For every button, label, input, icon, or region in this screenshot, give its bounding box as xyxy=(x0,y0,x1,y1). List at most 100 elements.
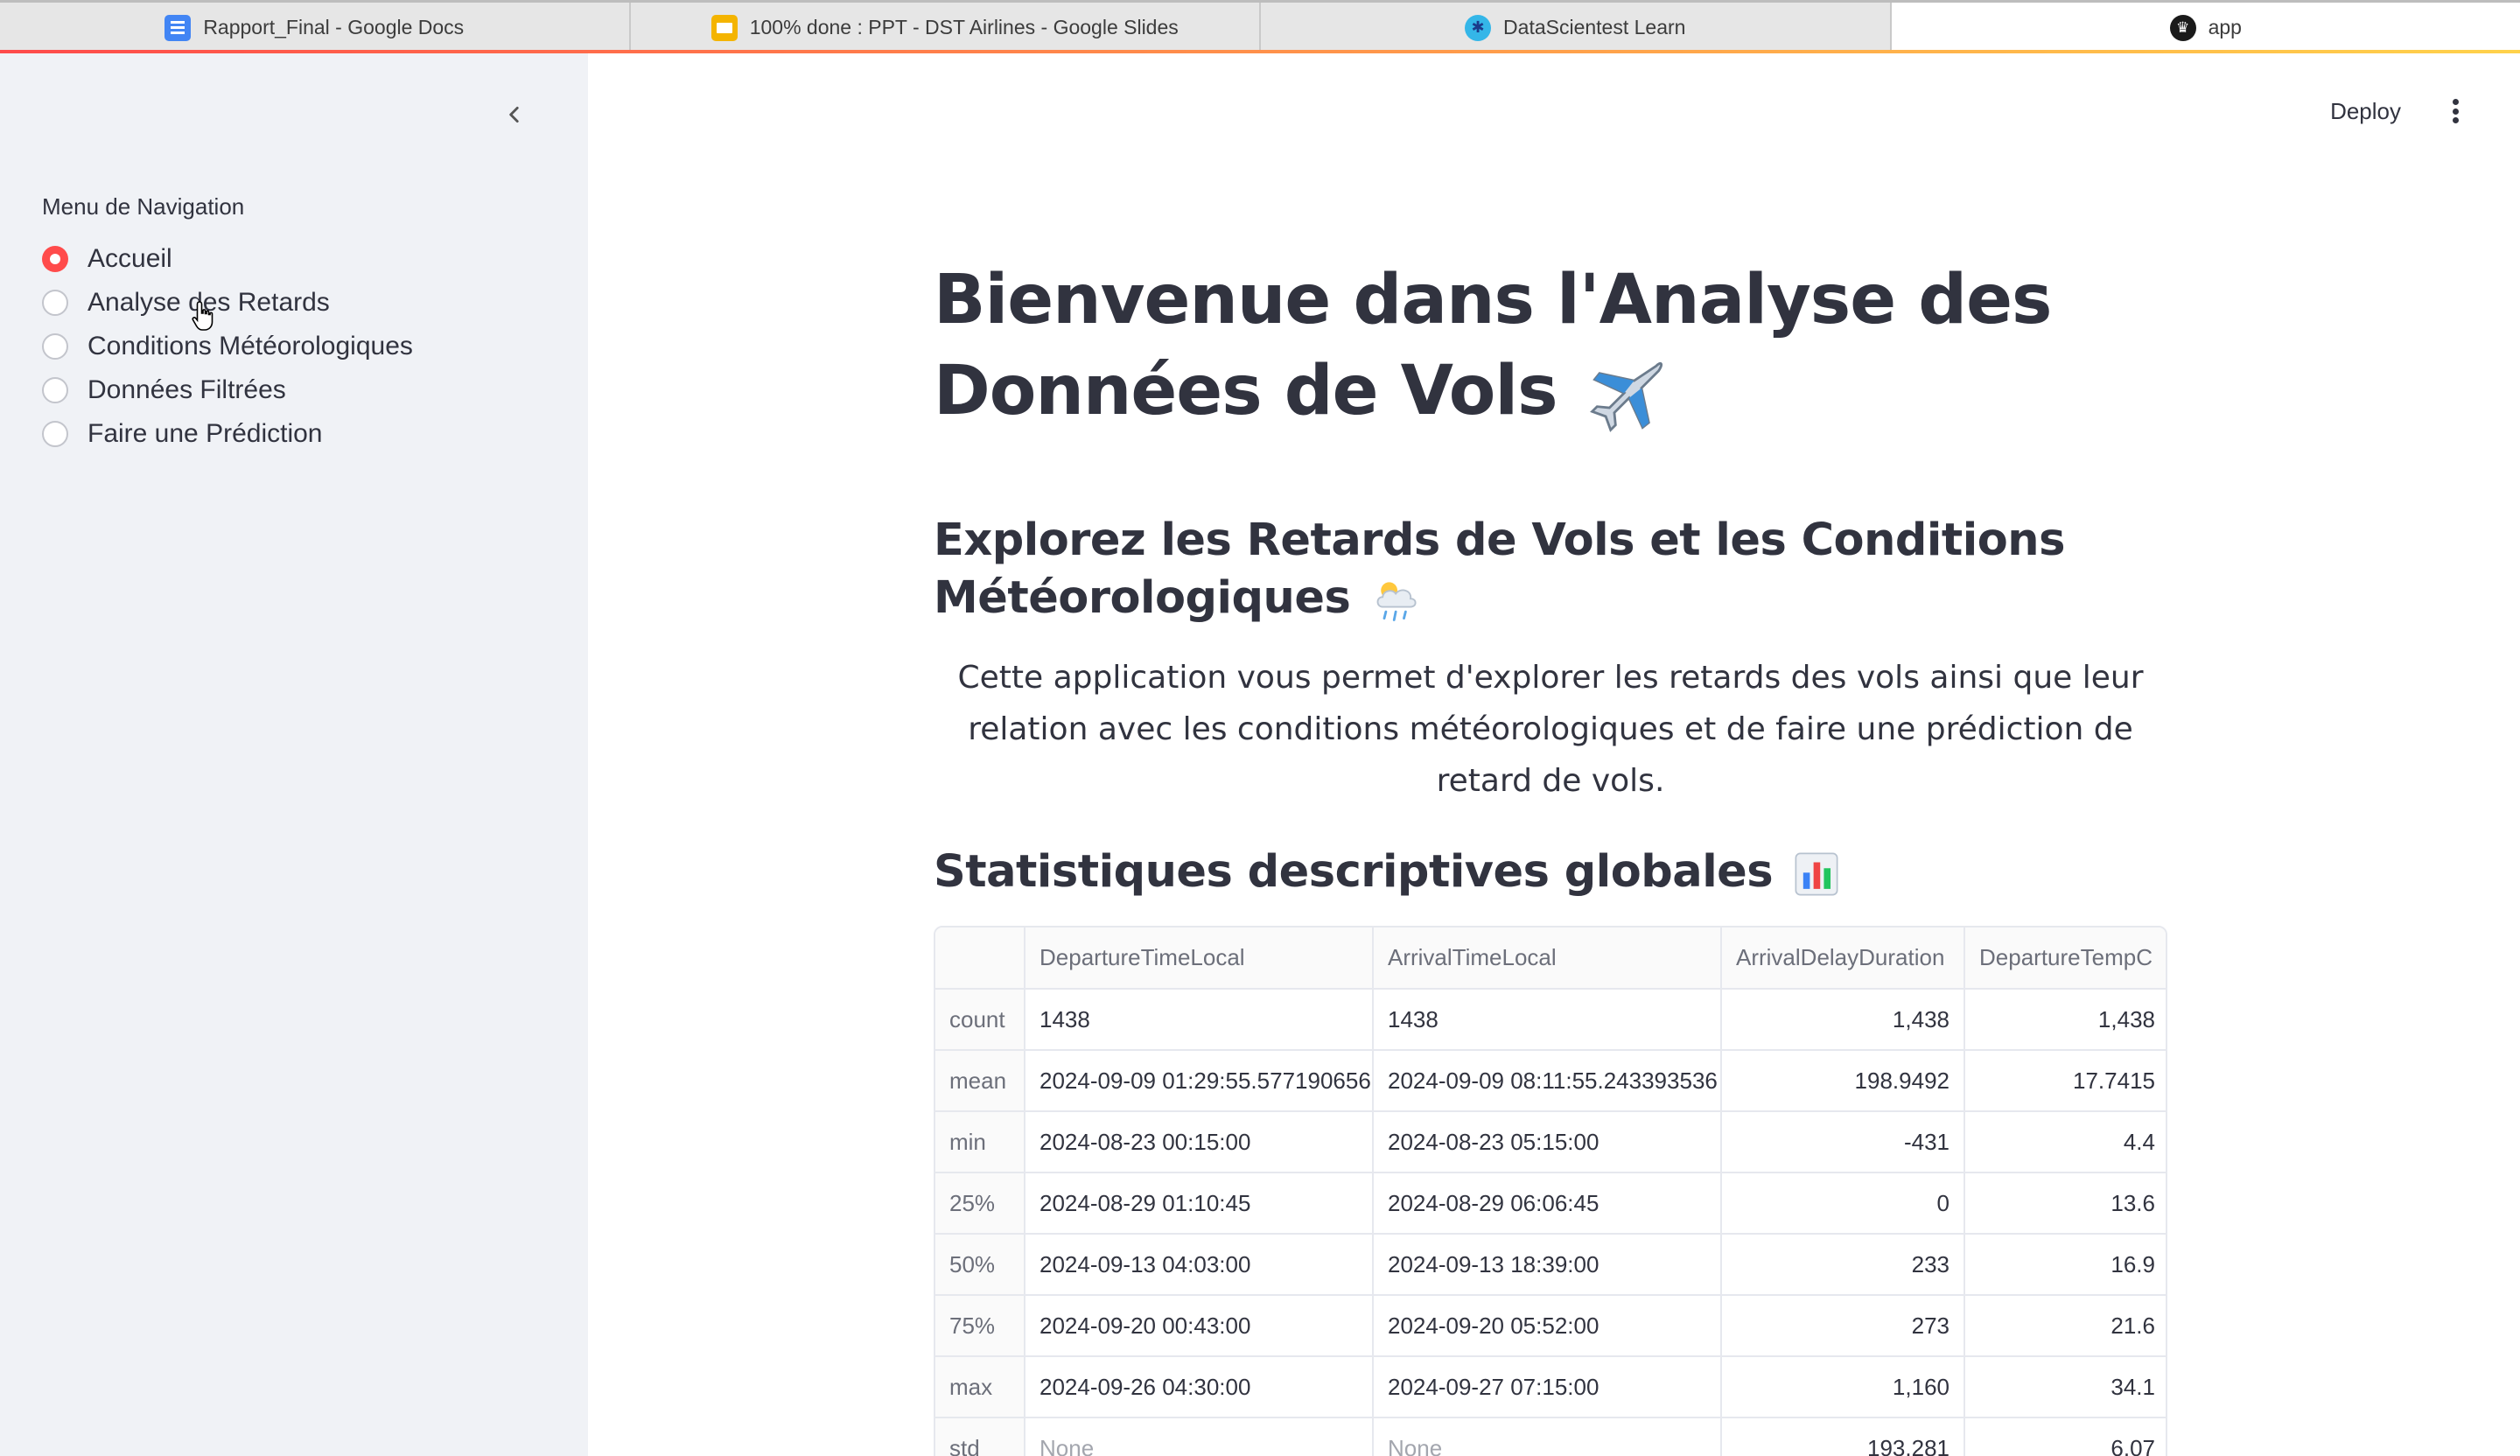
sidebar: Menu de Navigation Accueil Analyse des R… xyxy=(0,53,588,1456)
deploy-button[interactable]: Deploy xyxy=(2330,98,2401,125)
table-cell: 1438 xyxy=(1373,989,1722,1051)
app-header: Deploy xyxy=(2330,95,2468,127)
table-cell: 198.9492 xyxy=(1721,1050,1965,1112)
table-row: std None None 193.281 6.07 xyxy=(935,1418,2166,1456)
browser-tab-google-slides[interactable]: 100% done : PPT - DST Airlines - Google … xyxy=(631,3,1261,52)
nav-radio-group: Accueil Analyse des Retards Conditions M… xyxy=(42,237,413,456)
bar-chart-icon xyxy=(1795,852,1838,896)
tab-title: app xyxy=(2208,16,2242,38)
table-cell: 2024-09-26 04:30:00 xyxy=(1025,1356,1374,1418)
table-row: mean 2024-09-09 01:29:55.577190656 2024-… xyxy=(935,1050,2166,1112)
subtitle-line-2: Météorologiques xyxy=(934,572,1351,624)
table-row: min 2024-08-23 00:15:00 2024-08-23 05:15… xyxy=(935,1111,2166,1173)
table-cell: 2024-09-09 01:29:55.577190656 xyxy=(1025,1050,1374,1112)
hand-cursor-icon xyxy=(192,301,214,331)
table-cell: 2024-09-13 18:39:00 xyxy=(1373,1234,1722,1296)
table-cell: 16.9 xyxy=(1964,1234,2166,1296)
table-header-row: DepartureTimeLocal ArrivalTimeLocal Arri… xyxy=(935,928,2166,990)
stats-table[interactable]: DepartureTimeLocal ArrivalTimeLocal Arri… xyxy=(934,926,2167,1456)
vertical-dots-icon[interactable] xyxy=(2443,95,2468,127)
row-label: max xyxy=(935,1356,1026,1418)
table-cell: 2024-08-23 05:15:00 xyxy=(1373,1111,1722,1173)
row-label: std xyxy=(935,1418,1026,1456)
row-label: 75% xyxy=(935,1295,1026,1357)
column-header[interactable]: DepartureTimeLocal xyxy=(1025,928,1374,990)
nav-item-conditions-meteo[interactable]: Conditions Météorologiques xyxy=(42,325,413,368)
intro-paragraph: Cette application vous permet d'explorer… xyxy=(957,660,2144,799)
airplane-icon xyxy=(1589,361,1662,432)
cloud-rain-sun-icon xyxy=(1376,582,1417,621)
title-line-2: Données de Vols xyxy=(934,352,1558,430)
subtitle-line-1: Explorez les Retards de Vols et les Cond… xyxy=(934,514,2065,566)
table-cell: 193.281 xyxy=(1721,1418,1965,1456)
google-slides-icon xyxy=(710,14,738,41)
table-cell: 2024-08-29 06:06:45 xyxy=(1373,1172,1722,1235)
nav-item-label: Faire une Prédiction xyxy=(88,419,323,448)
chevron-left-icon xyxy=(509,107,519,122)
table-cell: 2024-08-23 00:15:00 xyxy=(1025,1111,1374,1173)
nav-item-analyse-retards[interactable]: Analyse des Retards xyxy=(42,281,413,325)
stats-title-text: Statistiques descriptives globales xyxy=(934,846,1774,898)
radio-selected-icon[interactable] xyxy=(42,246,68,272)
table-cell: 0 xyxy=(1721,1172,1965,1235)
browser-tab-app[interactable]: ♛ app xyxy=(1891,3,2520,52)
browser-tab-google-docs[interactable]: Rapport_Final - Google Docs xyxy=(0,3,631,52)
radio-icon[interactable] xyxy=(42,377,68,403)
table-cell: 1,438 xyxy=(1964,989,2166,1051)
table-cell: 2024-09-13 04:03:00 xyxy=(1025,1234,1374,1296)
tab-title: 100% done : PPT - DST Airlines - Google … xyxy=(749,16,1179,38)
table-cell: None xyxy=(1373,1418,1722,1456)
nav-item-donnees-filtrees[interactable]: Données Filtrées xyxy=(42,368,413,412)
row-label: count xyxy=(935,989,1026,1051)
table-cell: -431 xyxy=(1721,1111,1965,1173)
row-label: min xyxy=(935,1111,1026,1173)
title-line-1: Bienvenue dans l'Analyse des xyxy=(934,261,2052,340)
table-cell: 13.6 xyxy=(1964,1172,2166,1235)
table-row: max 2024-09-26 04:30:00 2024-09-27 07:15… xyxy=(935,1356,2166,1418)
table-cell: None xyxy=(1025,1418,1374,1456)
table-cell: 2024-09-20 05:52:00 xyxy=(1373,1295,1722,1357)
table-row: count 1438 1438 1,438 1,438 xyxy=(935,989,2166,1051)
nav-item-label: Conditions Météorologiques xyxy=(88,332,413,360)
nav-item-prediction[interactable]: Faire une Prédiction xyxy=(42,412,413,456)
column-header-index[interactable] xyxy=(935,928,1026,990)
column-header[interactable]: ArrivalTimeLocal xyxy=(1373,928,1722,990)
radio-icon[interactable] xyxy=(42,290,68,316)
table-cell: 1,160 xyxy=(1721,1356,1965,1418)
row-label: mean xyxy=(935,1050,1026,1112)
tab-title: Rapport_Final - Google Docs xyxy=(203,16,465,38)
table-cell: 2024-09-27 07:15:00 xyxy=(1373,1356,1722,1418)
table-cell: 21.6 xyxy=(1964,1295,2166,1357)
table-cell: 17.7415 xyxy=(1964,1050,2166,1112)
streamlit-icon: ♛ xyxy=(2169,14,2196,41)
google-docs-icon xyxy=(164,14,192,41)
table-cell: 1438 xyxy=(1025,989,1374,1051)
browser-tab-datascientest[interactable]: ✱ DataScientest Learn xyxy=(1261,3,1892,52)
table-cell: 2024-08-29 01:10:45 xyxy=(1025,1172,1374,1235)
page-title: Bienvenue dans l'Analyse des Données de … xyxy=(934,255,2167,437)
nav-item-label: Accueil xyxy=(88,244,172,273)
table-cell: 4.4 xyxy=(1964,1111,2166,1173)
table-cell: 273 xyxy=(1721,1295,1965,1357)
table-cell: 1,438 xyxy=(1721,989,1965,1051)
column-header[interactable]: ArrivalDelayDuration xyxy=(1721,928,1965,990)
datascientest-icon: ✱ xyxy=(1465,14,1492,41)
browser-tab-bar: Rapport_Final - Google Docs 100% done : … xyxy=(0,0,2520,52)
nav-heading: Menu de Navigation xyxy=(42,193,245,220)
table-cell: 233 xyxy=(1721,1234,1965,1296)
nav-item-label: Données Filtrées xyxy=(88,375,286,404)
table-row: 25% 2024-08-29 01:10:45 2024-08-29 06:06… xyxy=(935,1172,2166,1235)
column-header[interactable]: DepartureTempC xyxy=(1964,928,2166,990)
section-subtitle: Explorez les Retards de Vols et les Cond… xyxy=(934,512,2167,627)
table-cell: 34.1 xyxy=(1964,1356,2166,1418)
nav-item-accueil[interactable]: Accueil xyxy=(42,237,413,281)
tab-title: DataScientest Learn xyxy=(1503,16,1686,38)
table-cell: 6.07 xyxy=(2110,1435,2155,1456)
page-content: Bienvenue dans l'Analyse des Données de … xyxy=(934,255,2167,1456)
row-label: 50% xyxy=(935,1234,1026,1296)
radio-icon[interactable] xyxy=(42,333,68,360)
radio-icon[interactable] xyxy=(42,421,68,447)
table-cell: 2024-09-09 08:11:55.243393536 xyxy=(1373,1050,1722,1112)
row-label: 25% xyxy=(935,1172,1026,1235)
collapse-sidebar-button[interactable] xyxy=(499,99,530,130)
